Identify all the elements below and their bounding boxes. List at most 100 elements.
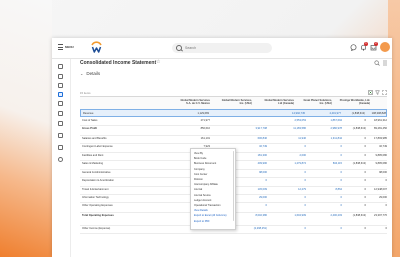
table-cell[interactable]: 1,604,909 <box>294 214 306 217</box>
sidebar-document-icon[interactable] <box>58 101 63 106</box>
table-cell[interactable]: 14,992,745 <box>292 112 305 115</box>
sidebar-settings-icon[interactable] <box>58 145 63 150</box>
table-cell[interactable]: 98,000 <box>259 171 267 174</box>
table-cell[interactable]: 8,002,380 <box>255 214 267 217</box>
table-cell[interactable]: 0 <box>305 179 306 182</box>
menu-label: MENU <box>65 45 74 49</box>
table-cell[interactable]: 11,946 <box>298 137 306 140</box>
table-cell[interactable]: 145,009 <box>258 188 267 191</box>
column-header[interactable]: Prestige Worldwide, Ltd. (Canada) <box>338 99 370 105</box>
details-section-toggle[interactable]: ⌄ Details <box>80 71 100 76</box>
table-cell: (1,838,613) <box>352 213 366 217</box>
table-cell[interactable]: 2,553,053 <box>294 119 306 122</box>
table-cell[interactable]: 8,864 <box>336 188 343 191</box>
context-menu-scrollbar[interactable] <box>232 151 234 221</box>
table-cell[interactable]: 3,917,708 <box>255 127 267 130</box>
left-sidebar <box>52 59 71 257</box>
table-cell[interactable]: 834,115 <box>333 162 342 165</box>
table-cell[interactable]: 0 <box>341 204 342 207</box>
table-cell[interactable]: 0 <box>341 171 342 174</box>
table-cell[interactable]: 409,900 <box>258 162 267 165</box>
column-header[interactable]: Great Planet Solutions, Inc. (USA) <box>302 99 332 105</box>
table-cell[interactable]: 0 <box>341 154 342 157</box>
sidebar-home-icon[interactable] <box>58 64 63 69</box>
sidebar-financials-icon[interactable] <box>58 92 63 97</box>
sidebar-list-icon[interactable] <box>58 74 63 79</box>
sidebar-calendar-icon[interactable] <box>58 111 63 116</box>
table-cell: 0 <box>385 203 387 207</box>
row-label: Depreciation & Amortization <box>82 178 115 182</box>
table-cell[interactable]: 1,867,694 <box>330 119 342 122</box>
table-cell: 29,000 <box>379 195 387 199</box>
context-menu-item[interactable]: Division <box>194 178 203 181</box>
column-header[interactable]: Global Modern Services S.A. de C.V. Mexi… <box>176 99 210 105</box>
sidebar-grid-icon[interactable] <box>58 121 63 126</box>
table-cell[interactable]: 0 <box>305 196 306 199</box>
context-menu-item[interactable]: Operational Transaction <box>194 204 221 207</box>
filter-icon[interactable] <box>375 90 380 95</box>
menu-button[interactable]: MENU <box>58 44 74 50</box>
context-menu-item[interactable]: Journal <box>194 188 202 191</box>
context-menu-item[interactable]: Ledger Account <box>194 199 211 202</box>
more-options-icon[interactable] <box>382 60 388 66</box>
top-navigation-bar: MENU Search 1 2 <box>52 38 392 59</box>
context-menu-item[interactable]: Business Document <box>194 162 216 165</box>
favorite-star-icon[interactable]: ☆ <box>156 60 160 65</box>
related-actions-icon[interactable] <box>374 60 380 66</box>
sidebar-report-icon[interactable] <box>58 83 63 88</box>
table-cell[interactable]: 1,311,844 <box>331 137 342 140</box>
table-cell[interactable]: (2,268,251) <box>254 227 267 230</box>
row-label: Revenue <box>83 111 94 115</box>
table-cell[interactable]: 32,749 <box>259 145 267 148</box>
table-cell[interactable]: 0 <box>266 204 267 207</box>
row-label: Facilities and Rent <box>82 153 104 157</box>
search-placeholder: Search <box>185 46 197 50</box>
table-cell[interactable]: 181,300 <box>258 154 267 157</box>
context-menu-item[interactable]: Book Code <box>194 157 206 160</box>
hamburger-icon <box>58 44 63 50</box>
chat-icon[interactable] <box>350 44 357 51</box>
row-label: Total Operating Expenses <box>82 213 114 217</box>
table-cell[interactable]: 2,980,978 <box>330 127 342 130</box>
table-cell[interactable]: 11,183,586 <box>293 127 306 130</box>
sidebar-analytics-icon[interactable] <box>58 133 63 138</box>
column-header[interactable]: Global Modern Services, Inc. (USA) <box>218 99 252 105</box>
table-cell[interactable]: 1,279,874 <box>294 162 306 165</box>
search-bar[interactable]: Search <box>172 43 272 53</box>
table-cell[interactable]: 0 <box>305 204 306 207</box>
table-cell[interactable]: 2,000 <box>300 154 307 157</box>
table-cell[interactable]: 0 <box>341 179 342 182</box>
table-cell[interactable]: 0 <box>341 227 342 230</box>
row-label: Other Income (Expense) <box>82 226 111 230</box>
table-cell[interactable]: 606,846 <box>258 137 267 140</box>
context-menu-item[interactable]: View Details <box>194 209 208 212</box>
column-header[interactable]: Global Modern Services Ltd (Canada) <box>260 99 294 105</box>
table-cell[interactable]: 0 <box>305 145 306 148</box>
context-menu-item[interactable]: Export to Excel (All Columns) <box>194 214 227 217</box>
row-label: Other Operating Expenses <box>82 203 113 207</box>
context-menu-item[interactable]: Cost Center <box>194 173 207 176</box>
export-excel-icon[interactable] <box>368 90 373 95</box>
table-cell[interactable]: 4,401,977 <box>329 112 341 115</box>
table-cell: (1,838,613) <box>352 161 366 165</box>
background-decoration-left <box>0 0 52 257</box>
table-cell[interactable]: 0 <box>305 227 306 230</box>
table-cell[interactable]: 0 <box>305 171 306 174</box>
context-menu-item[interactable]: Export to PDF <box>194 220 210 223</box>
workday-logo[interactable] <box>90 41 103 54</box>
context-menu-item[interactable]: Company <box>194 168 205 171</box>
table-cell[interactable]: 0 <box>341 196 342 199</box>
table-cell: 0 <box>364 195 366 199</box>
table-cell[interactable]: 29,000 <box>259 196 267 199</box>
fullscreen-icon[interactable] <box>382 90 387 95</box>
table-cell[interactable]: 0 <box>266 179 267 182</box>
table-cell: 161,101 <box>200 136 210 140</box>
sidebar-link-icon[interactable] <box>58 157 63 162</box>
table-row[interactable]: Revenue 1,129,683 14,992,745 4,401,977 (1,83… <box>80 109 387 117</box>
context-menu-item[interactable]: Intercompany Affiliate <box>194 183 218 186</box>
context-menu-item[interactable]: Journal Source <box>194 194 211 197</box>
avatar[interactable] <box>380 42 390 52</box>
table-cell[interactable]: 2,400,203 <box>330 214 342 217</box>
table-cell[interactable]: 12,279 <box>298 188 306 191</box>
table-cell[interactable]: 0 <box>341 145 342 148</box>
